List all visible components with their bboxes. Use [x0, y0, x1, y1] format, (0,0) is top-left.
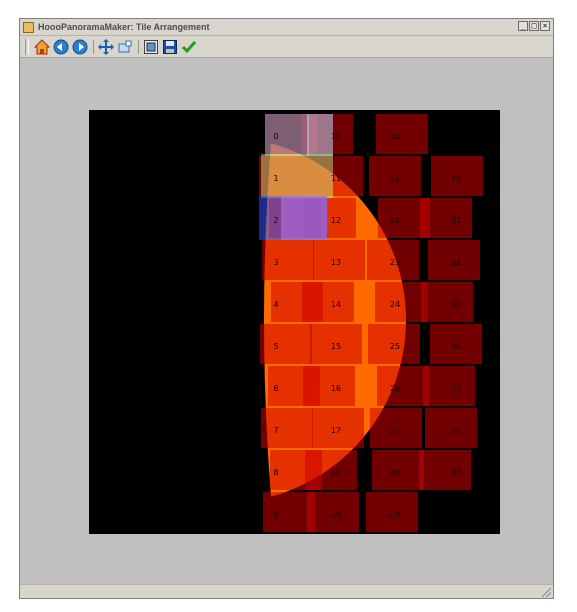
highlight-tile-1 [307, 114, 333, 156]
tile-label-15: 15 [331, 342, 341, 351]
tile-label-13: 13 [331, 258, 341, 267]
app-window: HoooPanoramaMaker: Tile Arrangement _ □ … [19, 18, 554, 599]
tile-label-4: 4 [273, 300, 278, 309]
tile-label-12: 12 [331, 216, 341, 225]
maximize-button[interactable]: □ [529, 21, 539, 31]
tile-label-31: 31 [451, 216, 461, 225]
tile-label-18: 18 [331, 468, 341, 477]
home-icon [34, 38, 50, 54]
tile-label-2: 2 [273, 216, 278, 225]
back-button[interactable] [52, 38, 70, 56]
toolbar-separator [93, 39, 94, 54]
floppy-save-icon [163, 39, 177, 54]
tile-label-7: 7 [273, 426, 278, 435]
tile-label-8: 8 [273, 468, 278, 477]
tile-label-29: 29 [390, 510, 400, 519]
tile-label-35: 35 [451, 384, 461, 393]
tile-26 [377, 366, 429, 406]
tile-label-22: 22 [390, 216, 400, 225]
tile-label-16: 16 [331, 384, 341, 393]
tile-label-17: 17 [331, 426, 341, 435]
configure-button[interactable] [142, 38, 160, 56]
zoom-button[interactable] [116, 38, 134, 56]
tile-label-26: 26 [390, 384, 400, 393]
tile-35 [423, 366, 475, 406]
zoom-icon [118, 40, 132, 52]
tile-label-34: 34 [451, 342, 461, 351]
tile-label-30: 30 [451, 174, 461, 183]
tile-label-25: 25 [390, 342, 400, 351]
tile-label-28: 28 [390, 468, 400, 477]
highlight-tile-0 [265, 114, 309, 156]
tile-37 [419, 450, 471, 490]
tile-label-21: 21 [390, 174, 400, 183]
tile-label-5: 5 [273, 342, 278, 351]
tile-label-33: 33 [451, 300, 461, 309]
ok-button[interactable] [180, 38, 198, 56]
tile-label-10: 10 [331, 132, 341, 141]
pan-button[interactable] [97, 38, 115, 56]
tile-label-23: 23 [390, 258, 400, 267]
checkmark-icon [181, 40, 197, 53]
tile-label-6: 6 [273, 384, 278, 393]
minimize-button[interactable]: _ [518, 21, 528, 31]
tile-label-1: 1 [273, 174, 278, 183]
tile-label-36: 36 [451, 426, 461, 435]
window-title: HoooPanoramaMaker: Tile Arrangement [38, 22, 210, 32]
tile-label-0: 0 [273, 132, 278, 141]
tile-5 [260, 324, 312, 364]
back-arrow-icon [53, 39, 69, 54]
forward-arrow-icon [72, 39, 88, 54]
tile-arrangement-plot: 0123456789101112131415161718192021222324… [89, 110, 500, 534]
highlight-tile-4 [281, 196, 327, 240]
title-bar[interactable]: HoooPanoramaMaker: Tile Arrangement _ □ … [20, 19, 553, 36]
highlight-tile-2 [261, 154, 333, 198]
configure-subplots-icon [144, 39, 158, 54]
resize-grip[interactable] [542, 588, 551, 597]
tile-label-27: 27 [390, 426, 400, 435]
app-icon [23, 21, 34, 33]
tile-label-3: 3 [273, 258, 278, 267]
tile-label-14: 14 [331, 300, 341, 309]
tile-label-9: 9 [273, 510, 278, 519]
move-cross-icon [98, 38, 114, 55]
plot-canvas[interactable]: 0 1 2 3 4 5 6 7 8 9 10 11 12 13 14 15 16 17 18 19 20 21 22 23 24… [89, 110, 500, 534]
tile-24 [375, 282, 427, 322]
toolbar-separator [138, 39, 139, 54]
tile-3 [262, 240, 314, 280]
tile-14 [302, 282, 354, 322]
toolbar [20, 36, 553, 58]
tile-16 [303, 366, 355, 406]
home-button[interactable] [33, 38, 51, 56]
window-controls: _ □ × [518, 21, 550, 31]
save-button[interactable] [161, 38, 179, 56]
tile-label-37: 37 [451, 468, 461, 477]
tile-label-24: 24 [390, 300, 400, 309]
tile-label-32: 32 [451, 258, 461, 267]
tile-label-20: 20 [390, 132, 400, 141]
tile-33 [421, 282, 473, 322]
tile-label-11: 11 [331, 174, 341, 183]
toolbar-grip [25, 38, 29, 55]
tile-20 [376, 114, 428, 154]
tile-label-19: 19 [331, 510, 341, 519]
tile-7 [261, 408, 313, 448]
status-bar [20, 584, 553, 598]
close-button[interactable]: × [540, 21, 550, 31]
forward-button[interactable] [71, 38, 89, 56]
tile-31 [420, 198, 472, 238]
